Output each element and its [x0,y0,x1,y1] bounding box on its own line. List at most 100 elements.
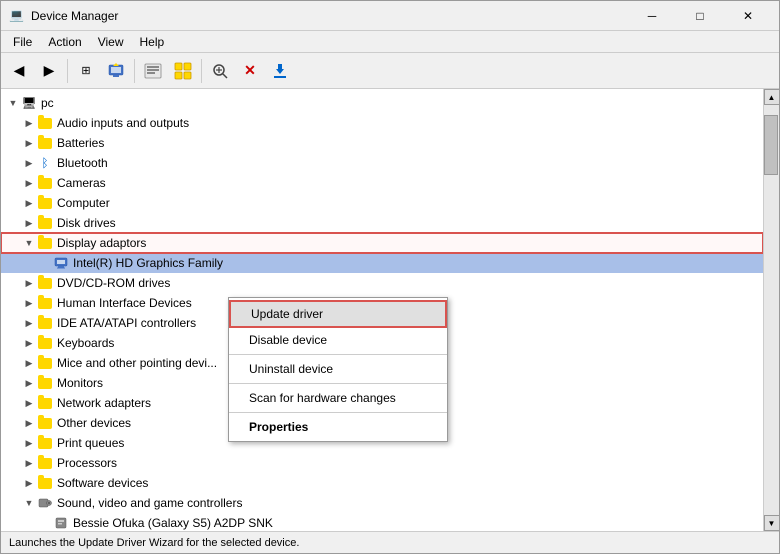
icon-cameras [37,175,53,191]
scrollbar-track[interactable] [764,105,779,515]
tree-item-bluetooth[interactable]: ▶ ᛒ Bluetooth [1,153,763,173]
icon-network [37,395,53,411]
expand-other[interactable]: ▶ [21,415,37,431]
menu-view[interactable]: View [90,33,132,51]
label-print: Print queues [57,436,124,450]
status-bar: Launches the Update Driver Wizard for th… [1,531,779,553]
context-menu-disable[interactable]: Disable device [229,328,447,352]
expand-cameras[interactable]: ▶ [21,175,37,191]
scroll-up-button[interactable]: ▲ [764,89,780,105]
tree-item-bessie1[interactable]: ▶ Bessie Ofuka (Galaxy S5) A2DP SNK [1,513,763,531]
expand-software[interactable]: ▶ [21,475,37,491]
tree-item-pc[interactable]: ▼ 🖥 pc [1,93,763,113]
toolbar-sep-1 [67,59,68,83]
toolbar-forward[interactable]: ▶ [35,57,63,85]
tree-item-dvd[interactable]: ▶ DVD/CD-ROM drives [1,273,763,293]
label-mice: Mice and other pointing devi... [57,356,217,370]
label-sound: Sound, video and game controllers [57,496,242,510]
tree-item-display[interactable]: ▼ Display adaptors [1,233,763,253]
toolbar-devices-by-type[interactable] [169,57,197,85]
expand-hid[interactable]: ▶ [21,295,37,311]
toolbar-download[interactable] [266,57,294,85]
icon-audio-folder [37,115,53,131]
tree-item-sound[interactable]: ▼ Sound, video and game controllers [1,493,763,513]
scrollbar-thumb[interactable] [764,115,778,175]
expand-disk[interactable]: ▶ [21,215,37,231]
icon-keyboards [37,335,53,351]
label-software: Software devices [57,476,148,490]
context-menu-separator-2 [229,383,447,384]
icon-hid [37,295,53,311]
window-icon: 💻 [9,8,25,24]
expand-pc[interactable]: ▼ [5,95,21,111]
scrollbar[interactable]: ▲ ▼ [763,89,779,531]
toolbar-remove[interactable]: ✕ [236,57,264,85]
device-manager-window: 💻 Device Manager ─ □ ✕ File Action View … [0,0,780,554]
label-bluetooth: Bluetooth [57,156,108,170]
expand-sound[interactable]: ▼ [21,495,37,511]
label-bessie1: Bessie Ofuka (Galaxy S5) A2DP SNK [73,516,273,530]
expand-network[interactable]: ▶ [21,395,37,411]
menu-bar: File Action View Help [1,31,779,53]
tree-item-intel[interactable]: ▶ Intel(R) HD Graphics Family [1,253,763,273]
window-title: Device Manager [31,9,629,23]
expand-display[interactable]: ▼ [21,235,37,251]
icon-other [37,415,53,431]
label-processors: Processors [57,456,117,470]
scroll-down-button[interactable]: ▼ [764,515,780,531]
icon-computer-folder [37,195,53,211]
expand-monitors[interactable]: ▶ [21,375,37,391]
label-network: Network adapters [57,396,151,410]
label-other: Other devices [57,416,131,430]
icon-computer: 🖥 [21,95,37,111]
context-menu-scan[interactable]: Scan for hardware changes [229,386,447,410]
tree-item-audio[interactable]: ▶ Audio inputs and outputs [1,113,763,133]
toolbar-sep-2 [134,59,135,83]
icon-software [37,475,53,491]
toolbar-scan[interactable] [206,57,234,85]
context-menu-uninstall[interactable]: Uninstall device [229,357,447,381]
icon-sound [37,495,53,511]
tree-item-computer[interactable]: ▶ Computer [1,193,763,213]
label-keyboards: Keyboards [57,336,114,350]
window-controls: ─ □ ✕ [629,1,771,31]
tree-item-software[interactable]: ▶ Software devices [1,473,763,493]
context-menu-properties[interactable]: Properties [229,415,447,439]
close-button[interactable]: ✕ [725,1,771,31]
expand-mice[interactable]: ▶ [21,355,37,371]
menu-file[interactable]: File [5,33,40,51]
label-cameras: Cameras [57,176,106,190]
context-menu-update[interactable]: Update driver [229,300,447,328]
status-text: Launches the Update Driver Wizard for th… [9,537,299,549]
tree-item-disk[interactable]: ▶ Disk drives [1,213,763,233]
icon-dvd [37,275,53,291]
expand-processors[interactable]: ▶ [21,455,37,471]
toolbar-properties[interactable]: ⊞ [72,57,100,85]
tree-item-processors[interactable]: ▶ Processors [1,453,763,473]
maximize-button[interactable]: □ [677,1,723,31]
label-audio: Audio inputs and outputs [57,116,189,130]
menu-action[interactable]: Action [40,33,89,51]
icon-monitors [37,375,53,391]
expand-computer[interactable]: ▶ [21,195,37,211]
expand-dvd[interactable]: ▶ [21,275,37,291]
toolbar-show-all[interactable] [139,57,167,85]
expand-batteries[interactable]: ▶ [21,135,37,151]
toolbar-update-driver[interactable] [102,57,130,85]
minimize-button[interactable]: ─ [629,1,675,31]
label-intel: Intel(R) HD Graphics Family [73,256,223,270]
menu-help[interactable]: Help [132,33,173,51]
label-disk: Disk drives [57,216,116,230]
label-pc: pc [41,96,54,110]
icon-ide [37,315,53,331]
expand-bluetooth[interactable]: ▶ [21,155,37,171]
toolbar-back[interactable]: ◀ [5,57,33,85]
expand-audio[interactable]: ▶ [21,115,37,131]
label-batteries: Batteries [57,136,104,150]
tree-item-batteries[interactable]: ▶ Batteries [1,133,763,153]
icon-intel-display [53,255,69,271]
tree-item-cameras[interactable]: ▶ Cameras [1,173,763,193]
expand-ide[interactable]: ▶ [21,315,37,331]
expand-keyboards[interactable]: ▶ [21,335,37,351]
expand-print[interactable]: ▶ [21,435,37,451]
